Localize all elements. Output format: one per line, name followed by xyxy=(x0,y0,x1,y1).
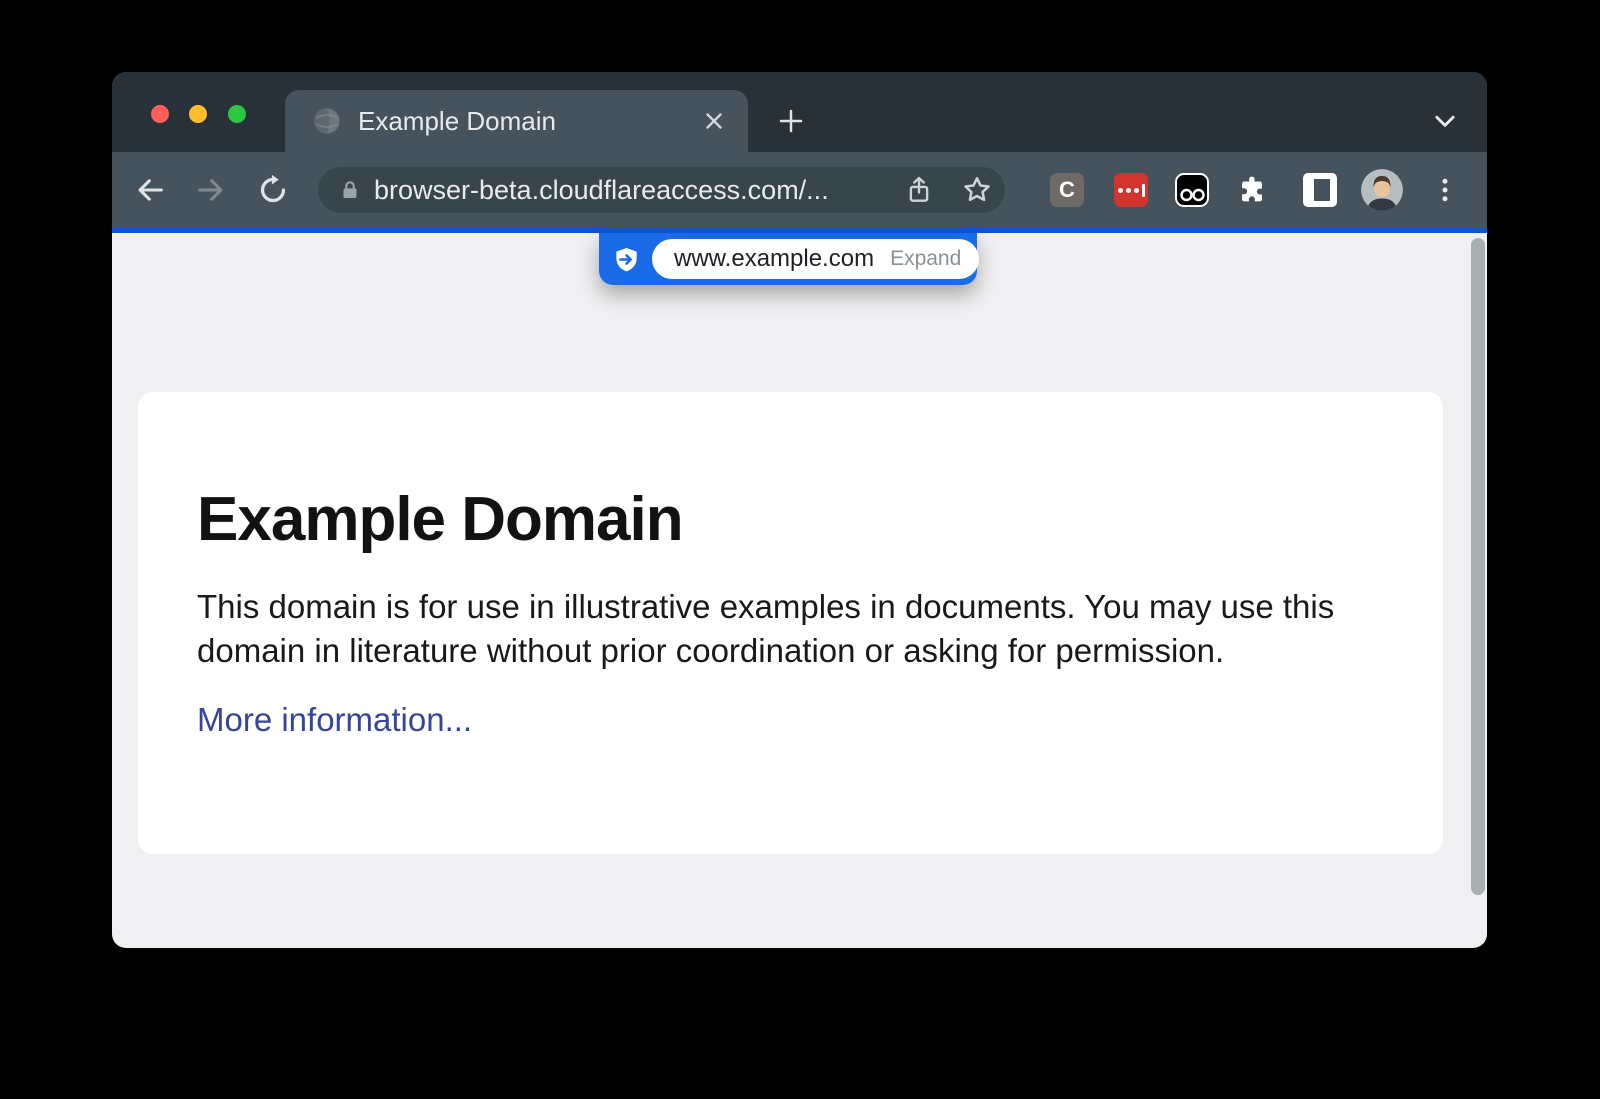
bookmark-button[interactable] xyxy=(955,168,999,212)
reload-icon xyxy=(256,173,290,207)
browser-menu-button[interactable] xyxy=(1423,168,1467,212)
more-information-link[interactable]: More information... xyxy=(197,701,472,739)
page-title: Example Domain xyxy=(197,484,1384,555)
extensions-button[interactable] xyxy=(1235,173,1269,207)
profile-avatar[interactable] xyxy=(1361,169,1403,211)
page-body-text: This domain is for use in illustrative e… xyxy=(197,585,1377,673)
expand-button[interactable]: Expand xyxy=(890,247,961,271)
kebab-menu-icon xyxy=(1430,175,1460,205)
side-panel-icon xyxy=(1303,173,1337,207)
globe-icon xyxy=(312,106,342,136)
close-icon xyxy=(701,108,727,134)
isolated-domain-text: www.example.com xyxy=(674,245,874,273)
browser-window: Example Domain xyxy=(112,72,1487,948)
tab-close-button[interactable] xyxy=(696,103,732,139)
tab-strip: Example Domain xyxy=(112,72,1487,152)
address-bar[interactable]: browser-beta.cloudflareaccess.com/... xyxy=(318,167,1005,213)
content-card: Example Domain This domain is for use in… xyxy=(138,392,1443,854)
avatar-image xyxy=(1361,169,1403,211)
toolbar: browser-beta.cloudflareaccess.com/... C xyxy=(112,152,1487,228)
side-panel-button[interactable] xyxy=(1303,173,1337,207)
plus-icon xyxy=(776,106,806,136)
tab-example-domain[interactable]: Example Domain xyxy=(285,90,748,152)
lock-icon xyxy=(338,178,362,202)
url-text: browser-beta.cloudflareaccess.com/... xyxy=(374,175,897,206)
arrow-left-icon xyxy=(133,173,167,207)
tab-search-button[interactable] xyxy=(1423,99,1467,143)
page-viewport: www.example.com Expand Example Domain Th… xyxy=(112,233,1487,948)
puzzle-icon xyxy=(1235,172,1269,208)
new-tab-button[interactable] xyxy=(769,99,813,143)
two-circles-glyph xyxy=(1177,175,1207,205)
vertical-scrollbar[interactable] xyxy=(1471,238,1485,895)
reload-button[interactable] xyxy=(251,168,295,212)
back-button[interactable] xyxy=(128,168,172,212)
password-dots-glyph xyxy=(1118,184,1145,197)
star-icon xyxy=(961,174,993,206)
chevron-down-icon xyxy=(1430,106,1460,136)
extension-c[interactable]: C xyxy=(1050,173,1084,207)
tab-title: Example Domain xyxy=(358,106,696,137)
two-circles-icon[interactable] xyxy=(1175,173,1209,207)
arrow-right-icon xyxy=(194,173,228,207)
isolation-pill[interactable]: www.example.com Expand xyxy=(599,233,977,285)
password-manager-icon[interactable] xyxy=(1114,173,1148,207)
window-close-button[interactable] xyxy=(151,105,169,123)
window-minimize-button[interactable] xyxy=(189,105,207,123)
share-button[interactable] xyxy=(897,168,941,212)
window-zoom-button[interactable] xyxy=(228,105,246,123)
shield-arrow-icon xyxy=(613,246,640,273)
share-icon xyxy=(904,175,934,205)
isolation-domain-pill[interactable]: www.example.com Expand xyxy=(652,239,979,279)
forward-button[interactable] xyxy=(189,168,233,212)
